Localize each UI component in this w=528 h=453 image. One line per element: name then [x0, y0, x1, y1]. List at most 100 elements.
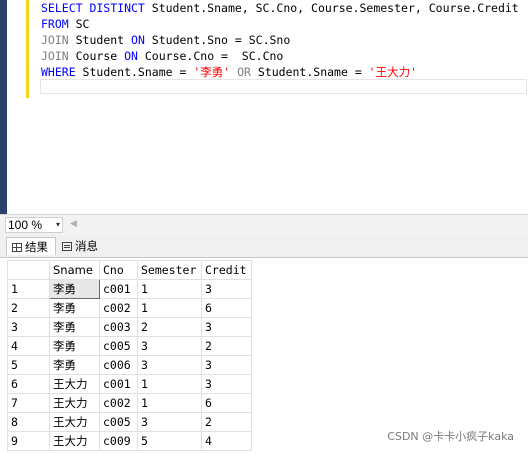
zoom-select[interactable]: 100 % ▾ [5, 217, 63, 233]
table-row[interactable]: 4 李勇 c005 3 2 [7, 336, 252, 356]
code-line-4[interactable]: JOIN Course ON Course.Cno = SC.Cno [41, 48, 283, 64]
table-cell[interactable]: 1 [137, 298, 202, 318]
table-cell[interactable]: c003 [99, 317, 138, 337]
row-number[interactable]: 8 [7, 412, 50, 432]
results-table: Sname Cno Semester Credit 1 李勇 c001 1 3 2 李勇 c0… [7, 260, 252, 451]
table-cell[interactable]: 李勇 [49, 279, 100, 299]
results-grid: Sname Cno Semester Credit 1 李勇 c001 1 3 2 李勇 c0… [0, 257, 528, 453]
message-icon [62, 242, 72, 251]
row-number[interactable]: 3 [7, 317, 50, 337]
table-cell[interactable]: 1 [137, 279, 202, 299]
grid-icon [12, 243, 22, 252]
table-cell[interactable]: 王大力 [49, 412, 100, 432]
keyword: OR [230, 65, 258, 79]
code-text: Student.Sname = [257, 65, 369, 79]
table-cell[interactable]: c001 [99, 374, 138, 394]
table-cell[interactable]: c002 [99, 393, 138, 413]
keyword: SELECT DISTINCT [41, 1, 145, 15]
table-cell[interactable]: 王大力 [49, 374, 100, 394]
row-number-header[interactable] [7, 260, 50, 280]
editor-left-bar [0, 0, 7, 214]
table-cell[interactable]: 2 [201, 412, 252, 432]
code-line-5[interactable]: WHERE Student.Sname = '李勇' OR Student.Sn… [41, 64, 417, 80]
table-row[interactable]: 3 李勇 c003 2 3 [7, 317, 252, 337]
code-line-3[interactable]: JOIN Student ON Student.Sno = SC.Sno [41, 32, 290, 48]
table-cell[interactable]: 2 [201, 336, 252, 356]
tab-results[interactable]: 结果 [6, 237, 56, 255]
watermark: CSDN @卡卡小疯子kaka [387, 430, 514, 443]
row-number[interactable]: 6 [7, 374, 50, 394]
row-number[interactable]: 2 [7, 298, 50, 318]
tab-label: 消息 [75, 239, 98, 253]
string-literal: '王大力' [368, 65, 418, 79]
table-row[interactable]: 5 李勇 c006 3 3 [7, 355, 252, 375]
table-cell[interactable]: c005 [99, 336, 138, 356]
table-row[interactable]: 2 李勇 c002 1 6 [7, 298, 252, 318]
keyword: JOIN [41, 49, 69, 63]
table-cell[interactable]: 李勇 [49, 355, 100, 375]
table-row[interactable]: 9 王大力 c009 5 4 [7, 431, 252, 451]
chevron-down-icon[interactable]: ▾ [56, 218, 60, 232]
tab-label: 结果 [25, 240, 48, 254]
code-text: Course.Cno = SC.Cno [137, 49, 284, 63]
zoom-bar: 100 % ▾ ◀ [0, 214, 528, 235]
table-cell[interactable]: 1 [137, 374, 202, 394]
code-text: Course [68, 49, 125, 63]
code-text: Student [68, 33, 132, 47]
table-cell[interactable]: c001 [99, 279, 138, 299]
table-cell[interactable]: 李勇 [49, 298, 100, 318]
row-number[interactable]: 9 [7, 431, 50, 451]
table-cell[interactable]: 3 [201, 355, 252, 375]
keyword: WHERE [41, 65, 76, 79]
row-number[interactable]: 4 [7, 336, 50, 356]
row-number[interactable]: 7 [7, 393, 50, 413]
table-cell[interactable]: 王大力 [49, 431, 100, 451]
table-row[interactable]: 6 王大力 c001 1 3 [7, 374, 252, 394]
column-header[interactable]: Sname [49, 260, 100, 280]
keyword: FROM [41, 17, 69, 31]
table-cell[interactable]: 3 [201, 374, 252, 394]
table-cell[interactable]: 2 [137, 317, 202, 337]
current-line-highlight[interactable] [40, 79, 527, 94]
table-row[interactable]: 8 王大力 c005 3 2 [7, 412, 252, 432]
table-row[interactable]: 7 王大力 c002 1 6 [7, 393, 252, 413]
table-cell[interactable]: 3 [137, 336, 202, 356]
table-cell[interactable]: c005 [99, 412, 138, 432]
code-text: SC [68, 17, 90, 31]
table-row[interactable]: 1 李勇 c001 1 3 [7, 279, 252, 299]
table-cell[interactable]: 6 [201, 298, 252, 318]
header-row: Sname Cno Semester Credit [7, 260, 252, 280]
code-text: Student.Sname, SC.Cno, Course.Semester, … [144, 1, 519, 15]
table-cell[interactable]: 3 [137, 412, 202, 432]
table-cell[interactable]: 李勇 [49, 336, 100, 356]
row-number[interactable]: 1 [7, 279, 50, 299]
keyword: JOIN [41, 33, 69, 47]
column-header[interactable]: Semester [137, 260, 202, 280]
table-cell[interactable]: c002 [99, 298, 138, 318]
code-text: Student.Sname = [75, 65, 194, 79]
table-cell[interactable]: 5 [137, 431, 202, 451]
tab-messages[interactable]: 消息 [60, 237, 108, 255]
scroll-left-icon[interactable]: ◀ [70, 219, 77, 229]
table-cell[interactable]: 6 [201, 393, 252, 413]
sql-editor[interactable]: SELECT DISTINCT Student.Sname, SC.Cno, C… [0, 0, 528, 214]
table-cell[interactable]: 1 [137, 393, 202, 413]
change-marker [26, 0, 29, 98]
table-cell[interactable]: 王大力 [49, 393, 100, 413]
table-cell[interactable]: c006 [99, 355, 138, 375]
table-cell[interactable]: 3 [201, 317, 252, 337]
table-cell[interactable]: 3 [201, 279, 252, 299]
code-line-1[interactable]: SELECT DISTINCT Student.Sname, SC.Cno, C… [41, 0, 519, 16]
table-cell[interactable]: c009 [99, 431, 138, 451]
keyword: ON [124, 49, 138, 63]
string-literal: '李勇' [193, 65, 231, 79]
keyword: ON [131, 33, 145, 47]
column-header[interactable]: Cno [99, 260, 138, 280]
table-cell[interactable]: 4 [201, 431, 252, 451]
row-number[interactable]: 5 [7, 355, 50, 375]
code-line-2[interactable]: FROM SC [41, 16, 89, 32]
column-header[interactable]: Credit [201, 260, 252, 280]
table-cell[interactable]: 李勇 [49, 317, 100, 337]
code-text: Student.Sno = SC.Sno [144, 33, 291, 47]
table-cell[interactable]: 3 [137, 355, 202, 375]
